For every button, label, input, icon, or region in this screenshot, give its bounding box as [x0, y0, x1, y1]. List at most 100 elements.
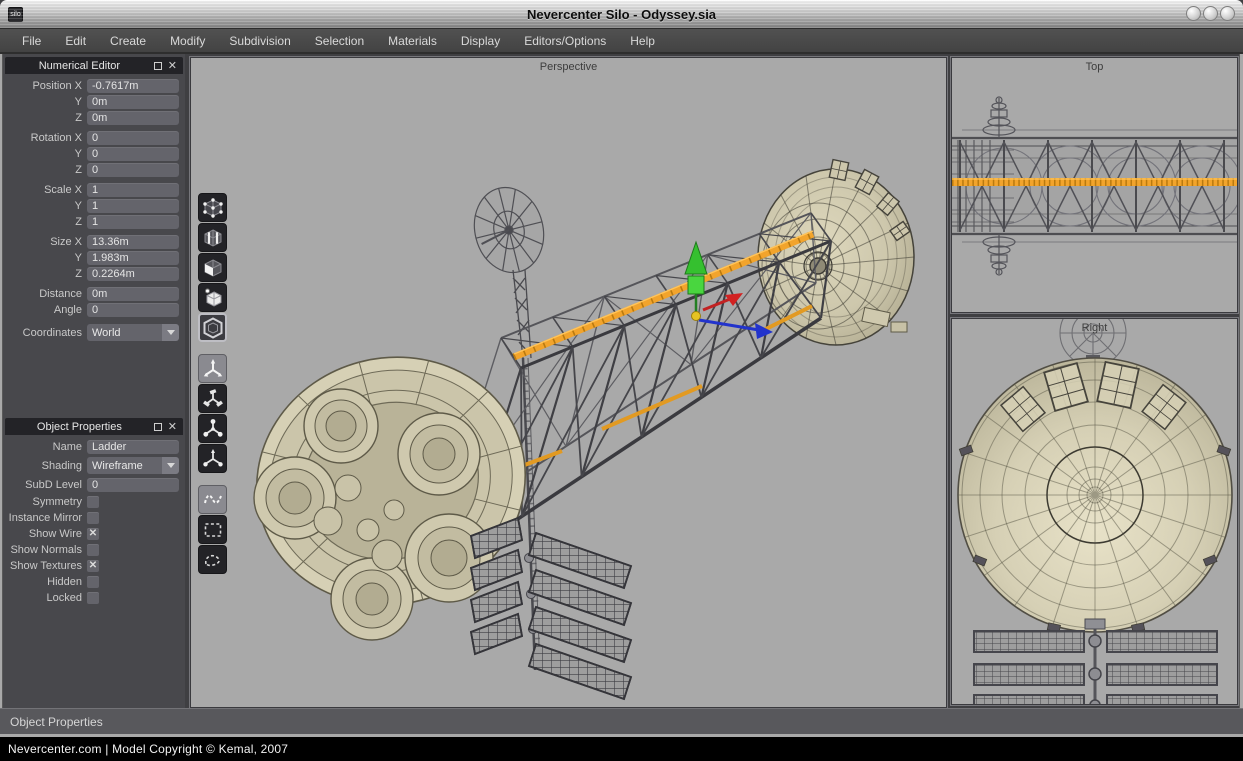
coordinates-dropdown[interactable]: World — [87, 324, 179, 341]
field-label: Z — [3, 164, 87, 176]
field-label: Distance — [3, 288, 87, 300]
window-button-close[interactable] — [1220, 6, 1235, 21]
status-bar: Object Properties — [0, 708, 1243, 734]
position-z-field[interactable]: 0m — [87, 111, 179, 125]
window-button-minimize[interactable] — [1186, 6, 1201, 21]
panel-close-icon[interactable]: ✕ — [168, 62, 177, 70]
checkbox-label: Instance Mirror — [3, 512, 87, 524]
solar-panels[interactable] — [471, 518, 631, 699]
window-button-maximize[interactable] — [1203, 6, 1218, 21]
scale-x-field[interactable]: 1 — [87, 183, 179, 197]
menu-edit[interactable]: Edit — [53, 30, 98, 52]
show-wire-checkbox[interactable]: ✕ — [87, 528, 99, 540]
show-normals-checkbox[interactable] — [87, 544, 99, 556]
distance-field[interactable]: 0m — [87, 287, 179, 301]
checkbox-label: Show Normals — [3, 544, 87, 556]
lasso-select-icon — [201, 548, 225, 572]
field-label: Size X — [3, 236, 87, 248]
coordinates-value: World — [87, 327, 162, 339]
menu-file[interactable]: File — [10, 30, 53, 52]
field-label: SubD Level — [3, 479, 87, 491]
panel-minimize-icon[interactable] — [154, 62, 162, 70]
numerical-editor-header[interactable]: Numerical Editor ✕ — [5, 57, 183, 74]
solar-array-right[interactable] — [974, 619, 1217, 705]
rotate-tool-button[interactable] — [198, 384, 227, 413]
ladder-top[interactable] — [952, 179, 1238, 182]
size-x-field[interactable]: 13.36m — [87, 235, 179, 249]
panel-close-icon[interactable]: ✕ — [168, 423, 177, 431]
perspective-scene — [191, 58, 947, 708]
instance-mirror-checkbox[interactable] — [87, 512, 99, 524]
select-object-button[interactable] — [198, 283, 227, 312]
checkbox-label: Show Wire — [3, 528, 87, 540]
menu-editors-options[interactable]: Editors/Options — [512, 30, 618, 52]
rotation-y-field[interactable]: 0 — [87, 147, 179, 161]
object-properties-header[interactable]: Object Properties ✕ — [5, 418, 183, 435]
locked-checkbox[interactable] — [87, 592, 99, 604]
object-properties-title: Object Properties — [5, 421, 154, 433]
move-tool-icon — [201, 357, 225, 381]
checkbox-label: Locked — [3, 592, 87, 604]
hidden-checkbox[interactable] — [87, 576, 99, 588]
size-z-field[interactable]: 0.2264m — [87, 267, 179, 281]
object-name-field[interactable]: Ladder — [87, 440, 179, 454]
field-label: Y — [3, 96, 87, 108]
select-vertex-button[interactable] — [198, 193, 227, 222]
select-face-icon — [201, 256, 225, 280]
checkbox-label: Symmetry — [3, 496, 87, 508]
rotation-z-field[interactable]: 0 — [87, 163, 179, 177]
menu-help[interactable]: Help — [618, 30, 667, 52]
chevron-down-icon — [162, 324, 179, 341]
habitat-sphere[interactable] — [758, 160, 914, 345]
select-edge-button[interactable] — [198, 223, 227, 252]
menu-modify[interactable]: Modify — [158, 30, 217, 52]
scale-y-field[interactable]: 1 — [87, 199, 179, 213]
application-window: silo Nevercenter Silo - Odyssey.sia File… — [0, 0, 1243, 761]
right-viewport[interactable]: Right — [951, 318, 1238, 705]
universal-manipulator-icon — [201, 447, 225, 471]
panel-minimize-icon[interactable] — [154, 423, 162, 431]
symmetry-checkbox[interactable] — [87, 496, 99, 508]
checkbox-label: Hidden — [3, 576, 87, 588]
position-y-field[interactable]: 0m — [87, 95, 179, 109]
rotate-tool-icon — [201, 387, 225, 411]
position-x-field[interactable]: -0.7617m — [87, 79, 179, 93]
lasso-select-button[interactable] — [198, 545, 227, 574]
field-label: Coordinates — [3, 327, 87, 339]
universal-manipulator-button[interactable] — [198, 444, 227, 473]
title-bar[interactable]: silo Nevercenter Silo - Odyssey.sia — [0, 0, 1243, 28]
field-label: Shading — [3, 460, 87, 472]
field-label: Z — [3, 112, 87, 124]
menu-selection[interactable]: Selection — [303, 30, 376, 52]
checkbox-label: Show Textures — [3, 560, 87, 572]
select-face-button[interactable] — [198, 253, 227, 282]
right-label: Right — [952, 322, 1237, 334]
rectangle-select-button[interactable] — [198, 515, 227, 544]
scale-tool-icon — [201, 417, 225, 441]
menu-materials[interactable]: Materials — [376, 30, 449, 52]
select-multi-button[interactable] — [198, 313, 227, 342]
top-viewport[interactable]: Top — [951, 57, 1238, 313]
menu-display[interactable]: Display — [449, 30, 512, 52]
copyright-text: Nevercenter.com | Model Copyright © Kema… — [8, 742, 288, 756]
habitat-sphere-right[interactable] — [958, 358, 1232, 632]
show-textures-checkbox[interactable]: ✕ — [87, 560, 99, 572]
select-multi-icon — [201, 316, 225, 340]
perspective-viewport[interactable]: Perspective — [190, 57, 947, 708]
menu-create[interactable]: Create — [98, 30, 158, 52]
window-frame-right — [1239, 54, 1243, 737]
window-title: Nevercenter Silo - Odyssey.sia — [0, 7, 1243, 22]
field-label: Scale X — [3, 184, 87, 196]
subd-level-field[interactable]: 0 — [87, 478, 179, 492]
size-y-field[interactable]: 1.983m — [87, 251, 179, 265]
menu-subdivision[interactable]: Subdivision — [217, 30, 302, 52]
shading-dropdown[interactable]: Wireframe — [87, 457, 179, 474]
rotation-x-field[interactable]: 0 — [87, 131, 179, 145]
tweak-tool-button[interactable] — [198, 485, 227, 514]
scale-z-field[interactable]: 1 — [87, 215, 179, 229]
move-tool-button[interactable] — [198, 354, 227, 383]
dish-antenna[interactable] — [466, 180, 553, 358]
select-object-icon — [201, 286, 225, 310]
angle-field[interactable]: 0 — [87, 303, 179, 317]
scale-tool-button[interactable] — [198, 414, 227, 443]
